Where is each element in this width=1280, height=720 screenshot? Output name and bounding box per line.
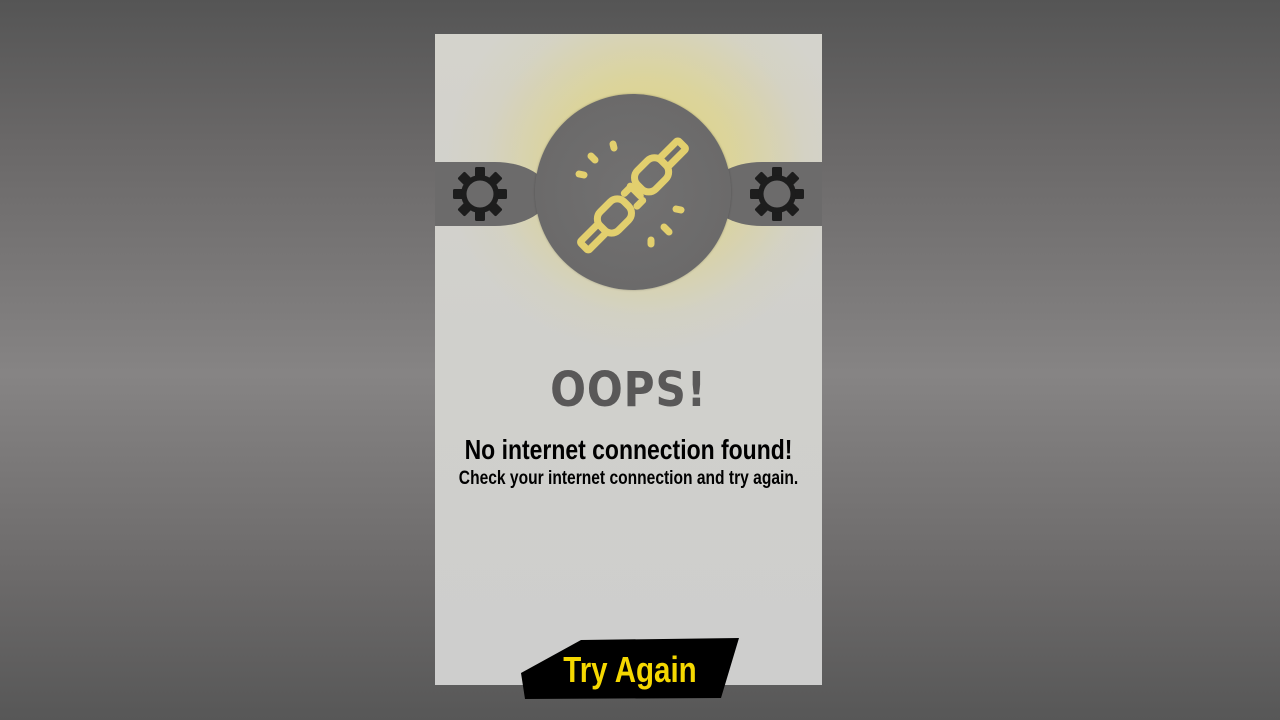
oops-headline: OOPS! [550, 362, 707, 418]
error-screen: OOPS! No internet connection found! Chec… [435, 34, 822, 685]
error-subtitle: Check your internet connection and try a… [458, 468, 799, 489]
gear-icon [750, 167, 804, 221]
gear-icon [453, 167, 507, 221]
error-title: No internet connection found! [464, 434, 793, 465]
try-again-label: Try Again [563, 649, 697, 690]
try-again-button[interactable]: Try Again [521, 638, 741, 700]
unplugged-plug-icon [575, 137, 689, 254]
page-background: { "screen": { "headline": "OOPS!", "titl… [0, 0, 1280, 720]
